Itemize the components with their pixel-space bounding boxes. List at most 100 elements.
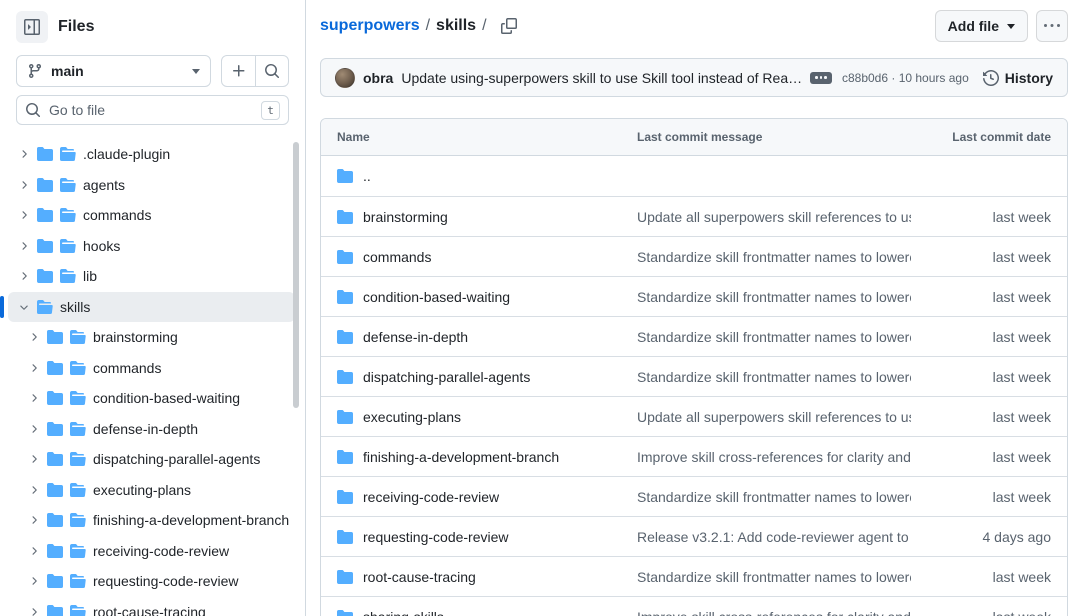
file-name-link[interactable]: root-cause-tracing <box>363 569 476 585</box>
commit-message-cell[interactable]: Standardize skill frontmatter names to l… <box>637 369 911 385</box>
folder-icon <box>47 543 63 559</box>
chevron-right-icon[interactable] <box>28 514 40 526</box>
chevron-right-icon[interactable] <box>28 545 40 557</box>
avatar[interactable] <box>335 68 355 88</box>
branch-selector[interactable]: main <box>16 55 211 87</box>
tree-item-receiving-code-review[interactable]: receiving-code-review <box>8 536 295 567</box>
tree-item-finishing-a-development-branch[interactable]: finishing-a-development-branch <box>8 505 295 536</box>
table-row-root-cause-tracing[interactable]: root-cause-tracing Standardize skill fro… <box>321 556 1067 596</box>
sidebar-title: Files <box>58 18 94 36</box>
go-to-file-input[interactable]: Go to file t <box>16 95 289 125</box>
file-name-link[interactable]: sharing-skills <box>363 609 444 616</box>
history-link[interactable]: History <box>983 70 1053 86</box>
table-row-parent-dir[interactable]: .. <box>321 156 1067 196</box>
table-row-brainstorming[interactable]: brainstorming Update all superpowers ski… <box>321 196 1067 236</box>
table-row-executing-plans[interactable]: executing-plans Update all superpowers s… <box>321 396 1067 436</box>
tree-item-defense-in-depth[interactable]: defense-in-depth <box>8 414 295 445</box>
file-name-link[interactable]: executing-plans <box>363 409 461 425</box>
table-row-receiving-code-review[interactable]: receiving-code-review Standardize skill … <box>321 476 1067 516</box>
folder-icon <box>37 238 53 254</box>
tree-item-commands[interactable]: commands <box>8 353 295 384</box>
tree-item-condition-based-waiting[interactable]: condition-based-waiting <box>8 383 295 414</box>
file-name-link[interactable]: requesting-code-review <box>363 529 509 545</box>
breadcrumb-repo-link[interactable]: superpowers <box>320 17 420 35</box>
sidebar-scrollbar[interactable] <box>293 142 299 408</box>
tree-item-agents[interactable]: agents <box>8 170 295 201</box>
file-name-link[interactable]: .. <box>363 168 371 184</box>
tree-item-label: hooks <box>83 238 120 254</box>
tree-item-executing-plans[interactable]: executing-plans <box>8 475 295 506</box>
chevron-right-icon[interactable] <box>28 453 40 465</box>
folder-icon <box>37 177 53 193</box>
table-row-condition-based-waiting[interactable]: condition-based-waiting Standardize skil… <box>321 276 1067 316</box>
chevron-right-icon[interactable] <box>28 484 40 496</box>
commit-message-cell[interactable]: Standardize skill frontmatter names to l… <box>637 289 911 305</box>
table-row-sharing-skills[interactable]: sharing-skills Improve skill cross-refer… <box>321 596 1067 616</box>
table-row-commands[interactable]: commands Standardize skill frontmatter n… <box>321 236 1067 276</box>
file-name-link[interactable]: condition-based-waiting <box>363 289 510 305</box>
search-files-button[interactable] <box>255 56 288 86</box>
expand-commit-message-button[interactable] <box>810 72 832 84</box>
commit-author-link[interactable]: obra <box>363 70 393 86</box>
table-row-dispatching-parallel-agents[interactable]: dispatching-parallel-agents Standardize … <box>321 356 1067 396</box>
file-name-link[interactable]: commands <box>363 249 431 265</box>
chevron-right-icon[interactable] <box>18 301 30 313</box>
chevron-right-icon[interactable] <box>18 148 30 160</box>
commit-message-cell[interactable]: Improve skill cross-references for clari… <box>637 609 911 616</box>
table-row-requesting-code-review[interactable]: requesting-code-review Release v3.2.1: A… <box>321 516 1067 556</box>
folder-open-icon <box>60 146 76 162</box>
commit-message-cell[interactable]: Standardize skill frontmatter names to l… <box>637 329 911 345</box>
folder-open-icon <box>60 238 76 254</box>
commit-sha-and-time[interactable]: c88b0d6 · 10 hours ago <box>842 71 969 85</box>
add-file-button[interactable]: Add file <box>935 10 1028 42</box>
search-icon <box>25 102 41 118</box>
tree-item-skills[interactable]: skills <box>8 292 295 323</box>
tree-item-label: dispatching-parallel-agents <box>93 451 260 467</box>
commit-message-link[interactable]: Update using-superpowers skill to use Sk… <box>401 70 802 86</box>
chevron-right-icon[interactable] <box>18 209 30 221</box>
chevron-right-icon[interactable] <box>18 240 30 252</box>
file-name-link[interactable]: brainstorming <box>363 209 448 225</box>
file-name-link[interactable]: defense-in-depth <box>363 329 468 345</box>
new-file-button[interactable] <box>222 56 255 86</box>
tree-item-commands[interactable]: commands <box>8 200 295 231</box>
commit-message-cell[interactable]: Standardize skill frontmatter names to l… <box>637 249 911 265</box>
folder-icon <box>337 289 353 305</box>
commit-message-cell[interactable]: Standardize skill frontmatter names to l… <box>637 489 911 505</box>
chevron-right-icon[interactable] <box>28 606 40 616</box>
tree-item-brainstorming[interactable]: brainstorming <box>8 322 295 353</box>
more-options-button[interactable] <box>1036 10 1068 42</box>
file-name-link[interactable]: dispatching-parallel-agents <box>363 369 530 385</box>
tree-item-claude-plugin[interactable]: .claude-plugin <box>8 139 295 170</box>
main-header: superpowers / skills / Add file <box>320 10 1068 42</box>
tree-item-hooks[interactable]: hooks <box>8 231 295 262</box>
table-row-defense-in-depth[interactable]: defense-in-depth Standardize skill front… <box>321 316 1067 356</box>
git-branch-icon <box>27 63 43 79</box>
tree-item-root-cause-tracing[interactable]: root-cause-tracing <box>8 597 295 616</box>
copy-path-button[interactable] <box>501 18 517 34</box>
commit-message-cell[interactable]: Standardize skill frontmatter names to l… <box>637 569 911 585</box>
chevron-right-icon[interactable] <box>28 575 40 587</box>
table-row-finishing-a-development-branch[interactable]: finishing-a-development-branch Improve s… <box>321 436 1067 476</box>
commit-message-cell[interactable]: Release v3.2.1: Add code-reviewer agent … <box>637 529 911 545</box>
chevron-right-icon[interactable] <box>28 392 40 404</box>
tree-item-lib[interactable]: lib <box>8 261 295 292</box>
chevron-right-icon[interactable] <box>18 179 30 191</box>
chevron-right-icon[interactable] <box>28 331 40 343</box>
commit-message-cell[interactable]: Update all superpowers skill references … <box>637 409 911 425</box>
column-header-date: Last commit date <box>911 130 1051 144</box>
tree-item-requesting-code-review[interactable]: requesting-code-review <box>8 566 295 597</box>
chevron-right-icon[interactable] <box>18 270 30 282</box>
commit-message-cell[interactable]: Improve skill cross-references for clari… <box>637 449 911 465</box>
chevron-right-icon[interactable] <box>28 362 40 374</box>
tree-item-dispatching-parallel-agents[interactable]: dispatching-parallel-agents <box>8 444 295 475</box>
chevron-down-icon <box>192 69 200 74</box>
file-name-link[interactable]: receiving-code-review <box>363 489 499 505</box>
commit-message-cell[interactable]: Update all superpowers skill references … <box>637 209 911 225</box>
file-name-link[interactable]: finishing-a-development-branch <box>363 449 559 465</box>
folder-icon <box>337 529 353 545</box>
folder-icon <box>47 390 63 406</box>
folder-open-icon <box>70 390 86 406</box>
collapse-sidebar-button[interactable] <box>16 11 48 43</box>
chevron-right-icon[interactable] <box>28 423 40 435</box>
